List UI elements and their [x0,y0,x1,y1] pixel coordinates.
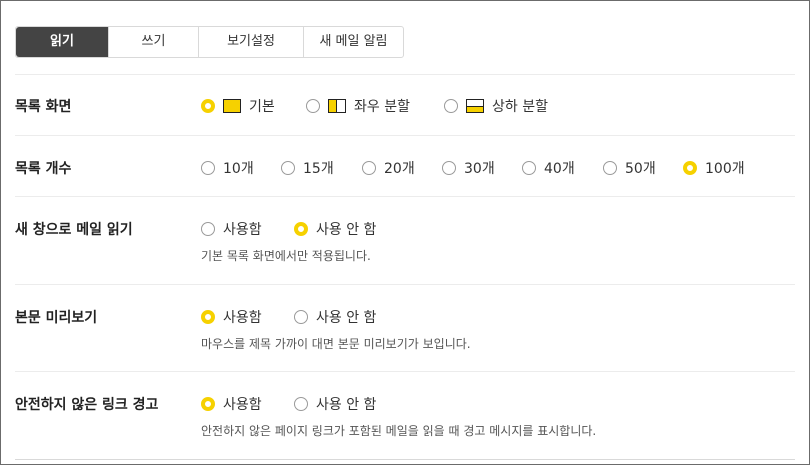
list-count-20-option[interactable]: 20개 [362,158,415,178]
option-label: 30개 [464,161,495,177]
preview-on-option[interactable]: 사용함 [201,307,262,327]
radio-button[interactable] [201,99,215,113]
option-label: 40개 [544,161,575,177]
option-label: 50개 [625,161,656,177]
layout-left-right-icon [328,99,346,113]
divider [15,371,795,372]
option-label: 15개 [303,161,334,177]
option-label: 사용 안 함 [316,310,377,326]
option-label: 좌우 분할 [354,99,410,115]
radio-button[interactable] [306,99,320,113]
option-label: 사용 안 함 [316,222,377,238]
option-label: 100개 [705,161,745,177]
layout-top-bottom-icon [466,99,484,113]
radio-button[interactable] [294,222,308,236]
option-label: 사용 안 함 [316,397,377,413]
preview-off-option[interactable]: 사용 안 함 [294,307,376,327]
option-label: 사용함 [223,222,262,238]
divider [15,284,795,285]
settings-tabs: 읽기 쓰기 보기설정 새 메일 알림 [15,26,404,58]
preview-description: 마우스를 제목 가까이 대면 본문 미리보기가 보입니다. [201,337,471,351]
option-label: 20개 [384,161,415,177]
list-count-30-option[interactable]: 30개 [442,158,495,178]
unsafe-link-label: 안전하지 않은 링크 경고 [15,397,159,413]
unsafe-link-on-option[interactable]: 사용함 [201,394,262,414]
radio-button[interactable] [201,397,215,411]
list-count-100-option[interactable]: 100개 [683,158,745,178]
tab-new-mail-alert[interactable]: 새 메일 알림 [303,27,403,57]
new-window-off-option[interactable]: 사용 안 함 [294,219,376,239]
radio-button[interactable] [442,161,456,175]
radio-button[interactable] [201,310,215,324]
radio-button[interactable] [294,310,308,324]
layout-basic-icon [223,99,241,113]
new-window-description: 기본 목록 화면에서만 적용됩니다. [201,249,371,263]
radio-button[interactable] [281,161,295,175]
unsafe-link-off-option[interactable]: 사용 안 함 [294,394,376,414]
option-label: 사용함 [223,397,262,413]
preview-label: 본문 미리보기 [15,310,98,326]
divider [15,135,795,136]
list-view-label: 목록 화면 [15,99,72,115]
unsafe-link-description: 안전하지 않은 페이지 링크가 포함된 메일을 읽을 때 경고 메시지를 표시합… [201,424,597,438]
list-view-left-right-option[interactable]: 좌우 분할 [306,96,410,116]
option-label: 사용함 [223,310,262,326]
radio-button[interactable] [522,161,536,175]
list-count-10-option[interactable]: 10개 [201,158,254,178]
radio-button[interactable] [444,99,458,113]
new-window-on-option[interactable]: 사용함 [201,219,262,239]
divider [15,74,795,75]
radio-button[interactable] [603,161,617,175]
tab-write[interactable]: 쓰기 [108,27,198,57]
radio-button[interactable] [201,161,215,175]
list-count-50-option[interactable]: 50개 [603,158,656,178]
radio-button[interactable] [201,222,215,236]
option-label: 기본 [249,99,275,115]
new-window-label: 새 창으로 메일 읽기 [15,222,133,238]
list-count-15-option[interactable]: 15개 [281,158,334,178]
list-view-top-bottom-option[interactable]: 상하 분할 [444,96,548,116]
divider [15,196,795,197]
radio-button[interactable] [362,161,376,175]
list-view-basic-option[interactable]: 기본 [201,96,275,116]
tab-view-settings[interactable]: 보기설정 [198,27,303,57]
option-label: 10개 [223,161,254,177]
divider [15,459,795,460]
tab-read[interactable]: 읽기 [16,27,108,57]
radio-button[interactable] [683,161,697,175]
radio-button[interactable] [294,397,308,411]
option-label: 상하 분할 [492,99,548,115]
list-count-40-option[interactable]: 40개 [522,158,575,178]
list-count-label: 목록 개수 [15,161,72,177]
